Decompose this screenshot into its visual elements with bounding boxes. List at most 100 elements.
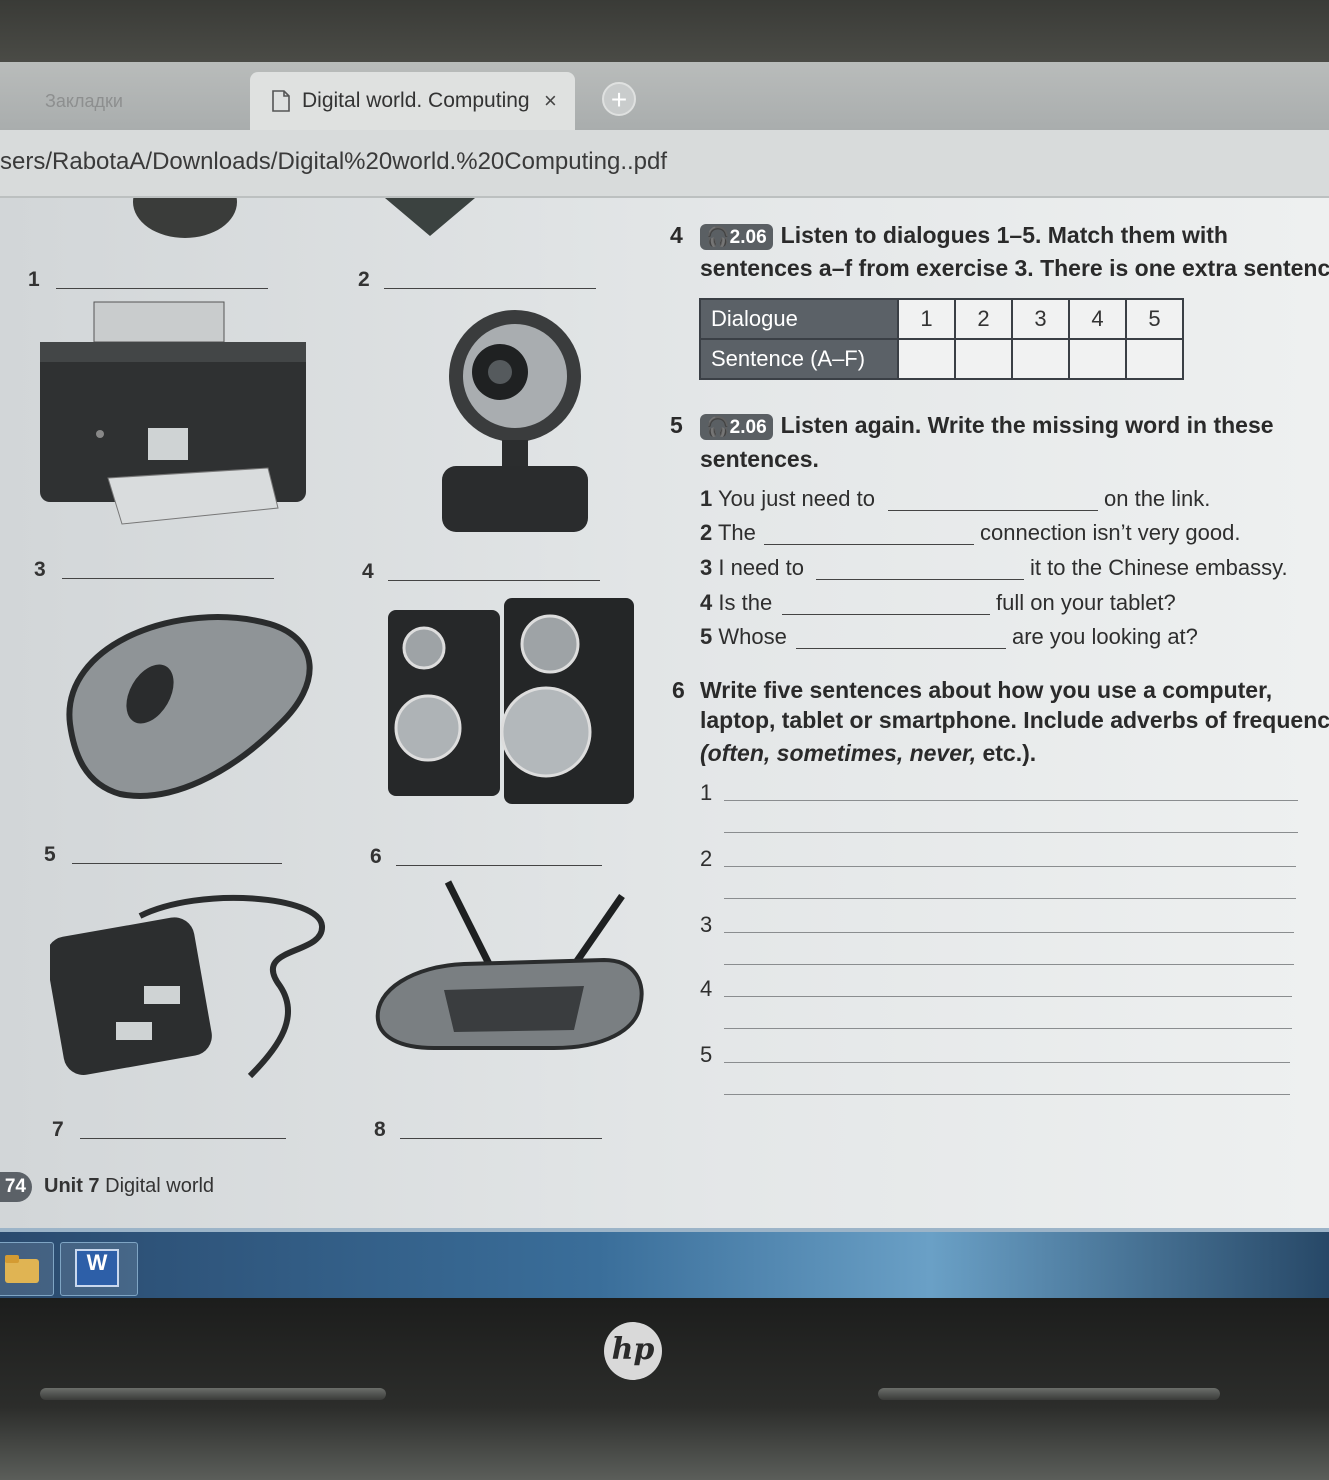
dialogue-col-3: 3: [1011, 298, 1070, 340]
answer-blank-2[interactable]: [384, 268, 596, 289]
answer-blank-8[interactable]: [400, 1118, 602, 1139]
gap-sentence-3: 3 I need to: [700, 555, 804, 581]
sentence-end: are you looking at?: [1012, 624, 1198, 649]
writing-line-number: 2: [700, 846, 713, 871]
gap-blank-1[interactable]: [888, 486, 1098, 511]
dialogue-col-2: 2: [954, 298, 1013, 340]
picture-number: 3: [34, 558, 46, 581]
answer-blank-6[interactable]: [396, 845, 602, 866]
picture-number: 8: [374, 1118, 386, 1141]
browser-tab-bar: Закладки Digital world. Computing × +: [0, 62, 1329, 130]
sentence-answer-cell[interactable]: [954, 338, 1013, 380]
picture-number: 1: [28, 268, 40, 291]
exercise-6-number: 6: [672, 677, 685, 703]
document-icon: [272, 90, 290, 112]
sentence-start: Whose: [718, 624, 787, 649]
router-image: [375, 880, 644, 1050]
answer-blank-3[interactable]: [62, 558, 274, 579]
exercise-6-line3-end: etc.).: [976, 740, 1037, 766]
audio-track-badge[interactable]: 🎧2.06: [700, 224, 773, 250]
picture-number: 7: [52, 1118, 64, 1141]
item-number: 4: [700, 590, 713, 615]
writing-line-number: 1: [700, 780, 713, 805]
headphones-icon: 🎧: [706, 417, 730, 438]
sentence-answer-cell[interactable]: [1068, 338, 1127, 380]
exercise-4-number: 4: [670, 222, 683, 248]
picture-number: 4: [362, 560, 374, 583]
sentence-answer-cell[interactable]: [897, 338, 956, 380]
url-text[interactable]: sers/RabotaA/Downloads/Digital%20world.%…: [0, 148, 667, 176]
new-tab-button[interactable]: +: [602, 82, 636, 116]
writing-line[interactable]: [724, 912, 1294, 933]
exercise-5-line2: sentences.: [700, 446, 819, 472]
printer-image: [40, 301, 306, 525]
charger-image: [50, 894, 325, 1079]
item-number: 2: [700, 520, 713, 545]
gap-blank-5[interactable]: [796, 624, 1006, 649]
writing-line[interactable]: [724, 1008, 1292, 1029]
laptop-hinge-left: [40, 1388, 386, 1400]
exercise-5-number: 5: [670, 412, 683, 438]
audio-track-badge[interactable]: 🎧2.06: [700, 414, 773, 440]
audio-track-number: 2.06: [729, 227, 767, 248]
audio-track-number: 2.06: [729, 417, 767, 438]
windows-taskbar: W: [0, 1228, 1329, 1298]
answer-blank-1[interactable]: [56, 268, 268, 289]
word-icon: W: [75, 1249, 119, 1287]
cropped-image-top-left: [133, 198, 237, 238]
dialogue-col-1: 1: [897, 298, 956, 340]
dialogue-col-4: 4: [1068, 298, 1127, 340]
exercise-4-line1: Listen to dialogues 1–5. Match them with: [780, 222, 1228, 248]
writing-line-number: 5: [700, 1042, 713, 1067]
exercise-4-instruction: 🎧2.06 Listen to dialogues 1–5. Match them…: [700, 222, 1228, 250]
sentence-answer-cell[interactable]: [1125, 338, 1184, 380]
taskbar-word-button[interactable]: W: [60, 1242, 138, 1296]
sentence-start: Is the: [718, 590, 773, 615]
writing-line[interactable]: [724, 846, 1296, 867]
writing-line[interactable]: [724, 1042, 1290, 1063]
gap-blank-2[interactable]: [764, 520, 974, 545]
page-footer: Unit 7 Digital world: [44, 1175, 214, 1198]
picture-number: 2: [358, 268, 370, 291]
sentence-start: I need to: [718, 555, 805, 580]
item-number: 3: [700, 555, 713, 580]
gap-sentence-2: 2 The: [700, 520, 756, 546]
writing-line[interactable]: [724, 780, 1298, 801]
sentence-end: on the link.: [1104, 486, 1211, 511]
writing-line[interactable]: [724, 878, 1296, 899]
tab-title: Digital world. Computing: [302, 89, 530, 112]
exercise-4-line2: sentences a–f from exercise 3. There is …: [700, 255, 1329, 281]
exercise-5-instruction: 🎧2.06 Listen again. Write the missing wor…: [700, 412, 1274, 440]
tab-inactive[interactable]: Закладки: [0, 72, 245, 130]
cropped-image-top-right: [385, 198, 475, 236]
item-number: 1: [700, 486, 713, 511]
gap-blank-3[interactable]: [816, 555, 1024, 580]
gap-sentence-4: 4 Is the: [700, 590, 772, 616]
close-icon[interactable]: ×: [544, 88, 557, 114]
tab-active[interactable]: Digital world. Computing ×: [250, 72, 575, 130]
exercise-6-line3: (often, sometimes, never, etc.).: [700, 740, 1036, 767]
answer-blank-4[interactable]: [388, 560, 600, 581]
footer-unit: Unit 7: [44, 1175, 100, 1197]
sentence-start: You just need to: [717, 486, 875, 511]
writing-line-number: 4: [700, 976, 713, 1001]
answer-blank-7[interactable]: [80, 1118, 286, 1139]
address-bar[interactable]: sers/RabotaA/Downloads/Digital%20world.%…: [0, 130, 1329, 198]
row-header-sentence: Sentence (A–F): [699, 338, 899, 380]
hp-logo: hp: [604, 1322, 662, 1380]
writing-line[interactable]: [724, 812, 1298, 833]
sentence-end: full on your tablet?: [996, 590, 1176, 615]
adverbs-italic: (often, sometimes, never,: [700, 740, 977, 766]
exercise-6-line1: Write five sentences about how you use a…: [700, 677, 1273, 703]
taskbar-explorer-button[interactable]: [0, 1242, 54, 1296]
folder-icon: [5, 1255, 39, 1283]
writing-line[interactable]: [724, 976, 1292, 997]
sentence-end: connection isn’t very good.: [980, 520, 1241, 545]
headphones-icon: 🎧: [706, 227, 730, 248]
writing-line[interactable]: [724, 944, 1294, 965]
gap-blank-4[interactable]: [782, 590, 990, 615]
sentence-answer-cell[interactable]: [1011, 338, 1070, 380]
writing-line[interactable]: [724, 1074, 1290, 1095]
answer-blank-5[interactable]: [72, 843, 282, 864]
gap-sentence-1: 1 You just need to: [700, 486, 875, 512]
